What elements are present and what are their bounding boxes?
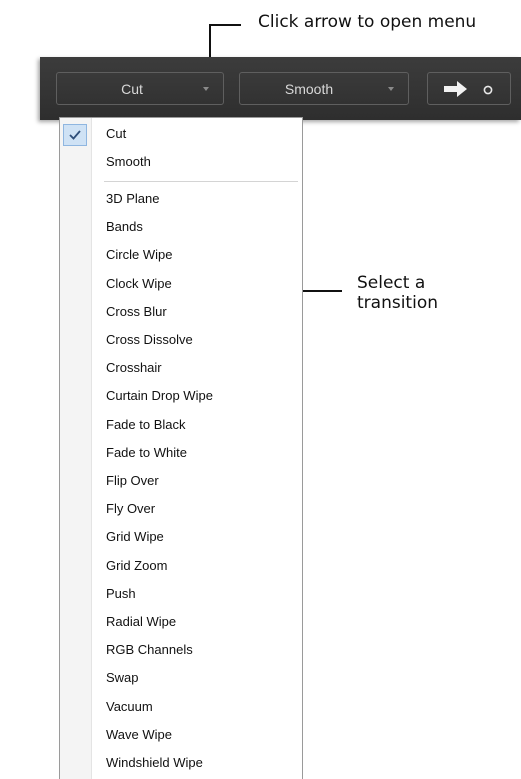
menu-item-label: Crosshair [106,360,162,376]
menu-item-fade-to-white[interactable]: Fade to White [61,441,302,465]
callout-select-line2: transition [357,293,438,313]
menu-item-flip-over[interactable]: Flip Over [61,469,302,493]
menu-item-windshield-wipe[interactable]: Windshield Wipe [61,751,302,775]
menu-item-crosshair[interactable]: Crosshair [61,356,302,380]
callout-line-top [209,24,241,26]
menu-item-swap[interactable]: Swap [61,666,302,690]
easing-dropdown[interactable]: Smooth [239,72,409,105]
direction-button[interactable] [427,72,511,105]
checkmark-icon [63,124,87,146]
menu-item-label: Bands [106,219,143,235]
transition-toolbar: Cut Smooth [40,57,521,120]
menu-separator [104,181,298,182]
easing-value: Smooth [284,81,334,97]
menu-item-smooth[interactable]: Smooth [61,150,302,174]
menu-item-label: Circle Wipe [106,247,173,263]
menu-item-cut[interactable]: Cut [61,122,302,146]
menu-item-3d-plane[interactable]: 3D Plane [61,187,302,211]
transition-type-value: Cut [121,81,143,97]
menu-item-label: Cut [106,126,127,141]
menu-item-grid-zoom[interactable]: Grid Zoom [61,554,302,578]
menu-item-label: RGB Channels [106,642,193,658]
menu-item-label: Grid Wipe [106,529,164,545]
menu-item-label: Cross Dissolve [106,332,193,347]
callout-select-transition: Select a transition [357,273,438,313]
transition-type-dropdown[interactable]: Cut [56,72,224,105]
menu-item-label: Push [106,585,136,601]
menu-item-label: Fly Over [106,501,156,517]
transition-menu: Cut Smooth 3D Plane Bands Circle Wipe Clock W… [59,117,303,779]
menu-item-rgb-channels[interactable]: RGB Channels [61,638,302,662]
menu-item-label: Flip Over [106,473,159,488]
callout-open-menu: Click arrow to open menu [258,12,477,32]
menu-item-label: Fade to Black [106,416,186,432]
menu-item-label: Radial Wipe [106,614,177,629]
menu-item-label: 3D Plane [106,191,160,206]
menu-item-label: Vacuum [106,698,153,714]
menu-item-circle-wipe[interactable]: Circle Wipe [61,243,302,267]
menu-item-label: Curtain Drop Wipe [106,388,213,404]
chevron-down-icon[interactable] [388,87,394,91]
menu-item-label: Swap [106,670,139,686]
menu-item-label: Clock Wipe [106,275,172,291]
menu-item-label: Smooth [106,154,151,170]
menu-item-clock-wipe[interactable]: Clock Wipe [61,272,302,296]
callout-select-line1: Select a [357,273,426,293]
menu-item-label: Fade to White [106,444,187,460]
menu-item-radial-wipe[interactable]: Radial Wipe [61,610,302,634]
menu-item-cross-blur[interactable]: Cross Blur [61,300,302,324]
menu-item-vacuum[interactable]: Vacuum [61,695,302,719]
menu-item-curtain-drop-wipe[interactable]: Curtain Drop Wipe [61,384,302,408]
menu-item-push[interactable]: Push [61,582,302,606]
menu-item-cross-dissolve[interactable]: Cross Dissolve [61,328,302,352]
menu-item-label: Cross Blur [106,303,167,319]
menu-item-wave-wipe[interactable]: Wave Wipe [61,723,302,747]
arrow-right-icon [444,81,493,97]
menu-item-bands[interactable]: Bands [61,215,302,239]
menu-item-label: Grid Zoom [106,557,168,573]
menu-item-fade-to-black[interactable]: Fade to Black [61,413,302,437]
menu-item-grid-wipe[interactable]: Grid Wipe [61,525,302,549]
chevron-down-icon[interactable] [203,87,209,91]
menu-item-label: Windshield Wipe [106,755,203,770]
menu-item-fly-over[interactable]: Fly Over [61,497,302,521]
menu-item-label: Wave Wipe [106,726,172,742]
